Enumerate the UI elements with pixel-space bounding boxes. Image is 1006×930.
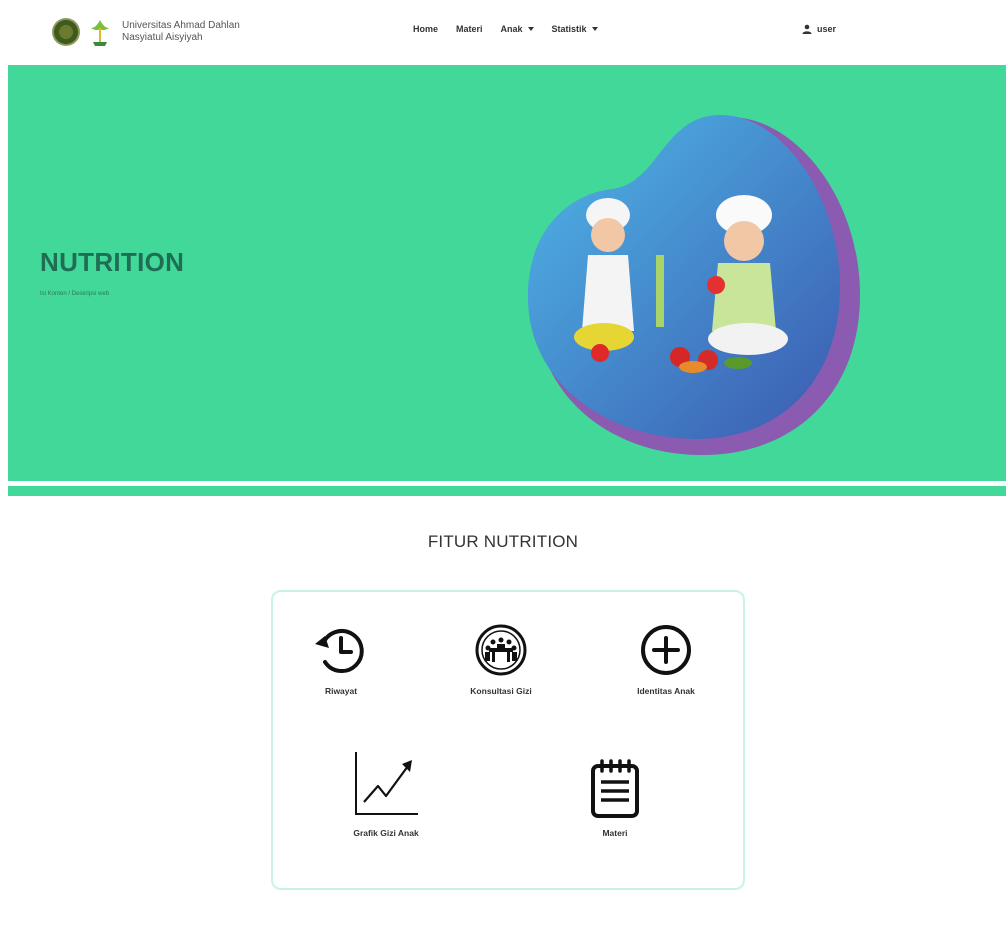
feature-identitas-anak[interactable]: Identitas Anak — [611, 622, 721, 696]
nav-menu: Home Materi Anak Statistik — [413, 24, 616, 34]
feature-materi-label: Materi — [602, 828, 628, 838]
plus-circle-icon — [641, 625, 691, 675]
feature-konsultasi-gizi-label: Konsultasi Gizi — [470, 686, 532, 696]
nav-home-label: Home — [413, 24, 439, 34]
nav-statistik-label: Statistik — [551, 24, 587, 34]
brand-text: Universitas Ahmad Dahlan Nasyiatul Aisyi… — [122, 20, 240, 44]
hero-strip — [8, 486, 1006, 496]
brand[interactable]: Universitas Ahmad Dahlan Nasyiatul Aisyi… — [52, 10, 240, 54]
section-title: FITUR NUTRITION — [427, 532, 579, 551]
caret-down-icon — [527, 27, 534, 31]
user-icon — [802, 24, 812, 34]
history-icon — [315, 629, 364, 673]
navbar: Universitas Ahmad Dahlan Nasyiatul Aisyi… — [0, 0, 1006, 64]
nav-anak-label: Anak — [500, 24, 523, 34]
feature-konsultasi-gizi[interactable]: Konsultasi Gizi — [451, 622, 551, 696]
user-menu[interactable]: user — [802, 24, 836, 34]
feature-riwayat-label: Riwayat — [324, 686, 358, 696]
notepad-icon — [591, 759, 639, 818]
meeting-icon — [475, 624, 527, 676]
nasyiatul-logo — [91, 20, 109, 46]
chart-icon — [355, 752, 418, 815]
nav-materi[interactable]: Materi — [456, 24, 483, 34]
caret-down-icon — [591, 27, 598, 31]
feature-identitas-anak-label: Identitas Anak — [637, 686, 695, 696]
feature-riwayat[interactable]: Riwayat — [301, 622, 381, 696]
hero-illustration — [527, 114, 860, 456]
nav-statistik-dropdown[interactable]: Statistik — [552, 24, 598, 34]
user-label: user — [817, 24, 837, 34]
hero-title: NUTRITION — [40, 247, 185, 277]
university-logo — [52, 18, 80, 46]
feature-grafik-gizi-anak[interactable]: Grafik Gizi Anak — [331, 748, 441, 838]
brand-line-1: Universitas Ahmad Dahlan — [122, 20, 240, 31]
hero-subtitle: Isi Konten / Deskripsi web — [40, 291, 110, 297]
feature-materi[interactable]: Materi — [575, 758, 655, 838]
feature-card: Riwayat Konsultasi Gizi Identitas Anak G… — [271, 590, 745, 890]
nav-anak-dropdown[interactable]: Anak — [501, 24, 534, 34]
brand-line-2: Nasyiatul Aisyiyah — [122, 32, 203, 43]
nav-materi-label: Materi — [456, 24, 483, 34]
feature-grafik-gizi-anak-label: Grafik Gizi Anak — [353, 828, 419, 838]
nav-home[interactable]: Home — [413, 24, 438, 34]
hero-banner: NUTRITION Isi Konten / Deskripsi web — [8, 65, 1006, 481]
